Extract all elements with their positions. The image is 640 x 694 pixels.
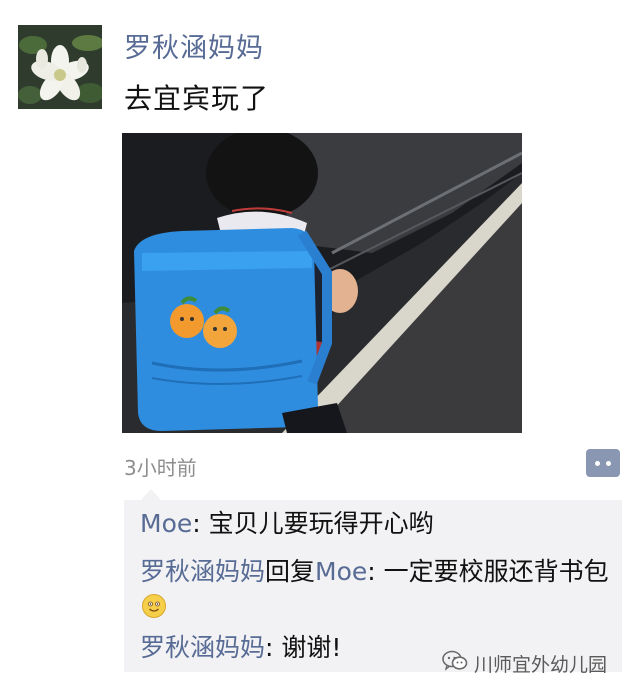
comment-text: 宝贝儿要玩得开心哟: [208, 509, 434, 538]
comment-separator: :: [192, 509, 209, 538]
wechat-icon: [442, 650, 468, 677]
commenter-name[interactable]: Moe: [140, 509, 192, 538]
comment-item[interactable]: 罗秋涵妈妈: 谢谢!: [140, 631, 341, 665]
white-flower-avatar[interactable]: [18, 25, 102, 109]
comment-separator: :: [265, 633, 282, 662]
commenter-name[interactable]: 罗秋涵妈妈: [140, 557, 265, 586]
post-time: 3小时前: [124, 456, 197, 480]
post-text: 去宜宾玩了: [124, 82, 270, 115]
comment-text: 一定要校服还背书包: [383, 557, 609, 586]
commenter-name[interactable]: 罗秋涵妈妈: [140, 633, 265, 662]
comments-area: Moe: 宝贝儿要玩得开心哟 罗秋涵妈妈回复Moe: 一定要校服还背书包 罗秋涵…: [124, 500, 622, 672]
reply-target-name[interactable]: Moe: [315, 557, 367, 586]
comment-separator: :: [367, 557, 384, 586]
dot-icon: [595, 460, 600, 466]
comment-menu-button[interactable]: [586, 449, 620, 477]
child-with-blue-backpack-photo[interactable]: [122, 133, 522, 433]
watermark: 川师宜外幼儿园: [442, 650, 607, 677]
comment-item[interactable]: Moe: 宝贝儿要玩得开心哟: [140, 507, 434, 541]
reply-word: 回复: [265, 557, 316, 586]
post-author-name[interactable]: 罗秋涵妈妈: [124, 26, 264, 65]
dot-icon: [606, 460, 611, 466]
smile-emoji-icon: [142, 594, 166, 618]
comment-text: 谢谢!: [281, 633, 342, 662]
watermark-text: 川师宜外幼儿园: [474, 654, 608, 676]
comment-item[interactable]: 罗秋涵妈妈回复Moe: 一定要校服还背书包: [140, 555, 610, 623]
moments-post: 罗秋涵妈妈 去宜宾玩了 3小时前 Moe: 宝贝儿要玩得开心哟 罗秋涵妈妈回复M…: [0, 0, 640, 694]
